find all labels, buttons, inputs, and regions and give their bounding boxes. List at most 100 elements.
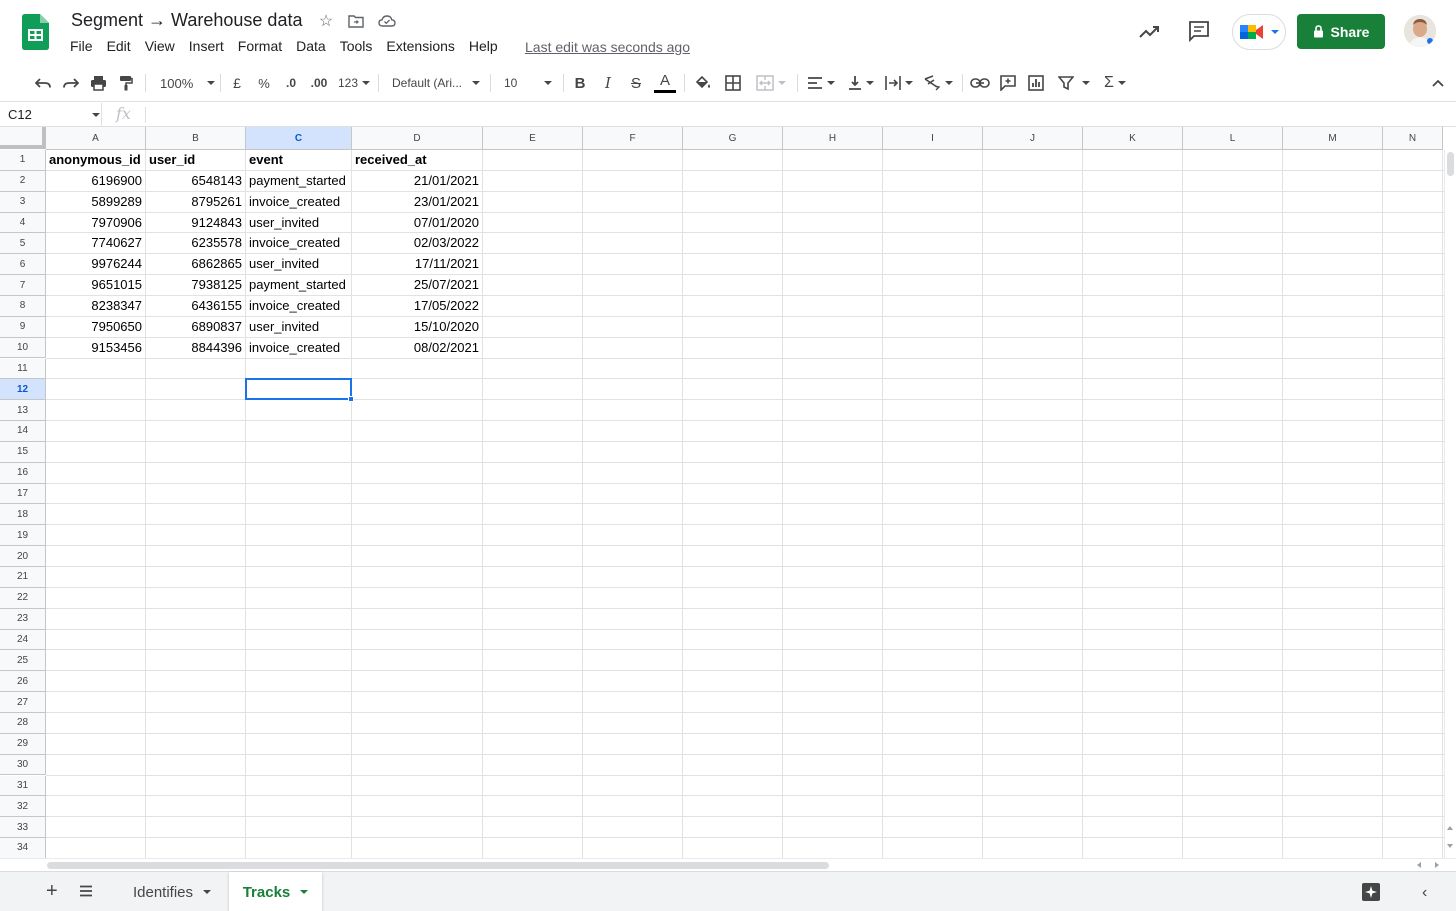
column-header-m[interactable]: M [1283,127,1383,150]
menu-edit[interactable]: Edit [107,38,138,58]
undo-icon[interactable] [34,72,52,94]
text-color-button[interactable]: A [654,72,676,94]
borders-icon[interactable] [724,72,742,94]
row-header-30[interactable]: 30 [0,754,46,776]
row-header-12[interactable]: 12 [0,379,46,401]
row-header-11[interactable]: 11 [0,358,46,380]
data-cell[interactable]: 7740627 [46,233,145,253]
row-header-3[interactable]: 3 [0,191,46,213]
data-cell[interactable]: 6862865 [146,254,245,274]
percent-format-button[interactable]: % [256,72,272,94]
horizontal-scrollbar[interactable] [0,858,1456,871]
row-header-31[interactable]: 31 [0,775,46,797]
data-cell[interactable]: 17/05/2022 [352,296,482,316]
data-cell[interactable]: 08/02/2021 [352,338,482,358]
data-cell[interactable]: 9124843 [146,213,245,233]
side-panel-toggle-icon[interactable]: ‹ [1422,884,1427,902]
number-format-select[interactable]: 123 [337,72,371,94]
data-cell[interactable]: payment_started [246,171,351,191]
data-cell[interactable]: invoice_created [246,338,351,358]
column-header-g[interactable]: G [683,127,783,150]
select-all-corner[interactable] [0,127,46,149]
data-cell[interactable]: 07/01/2020 [352,213,482,233]
star-icon[interactable]: ☆ [316,11,336,31]
data-cell[interactable]: 6548143 [146,171,245,191]
row-header-29[interactable]: 29 [0,733,46,755]
print-icon[interactable] [89,72,107,94]
data-cell[interactable]: 6235578 [146,233,245,253]
data-cell[interactable]: user_invited [246,254,351,274]
row-header-24[interactable]: 24 [0,629,46,651]
menu-insert[interactable]: Insert [189,38,231,58]
column-header-a[interactable]: A [46,127,146,150]
sheet-tab-chevron-down-icon[interactable] [203,890,212,894]
merge-cells-icon[interactable] [753,72,789,94]
data-cell[interactable]: 15/10/2020 [352,317,482,337]
row-header-5[interactable]: 5 [0,233,46,255]
data-cell[interactable]: 7938125 [146,275,245,295]
font-size-select[interactable]: 10 [504,72,556,94]
sheets-logo-icon[interactable] [22,14,49,50]
column-header-i[interactable]: I [883,127,983,150]
data-cell[interactable]: 8238347 [46,296,145,316]
scroll-left-icon[interactable] [1417,862,1421,868]
header-cell[interactable]: anonymous_id [46,150,145,170]
font-family-select[interactable]: Default (Ari... [392,72,484,94]
avatar[interactable] [1404,15,1436,47]
menu-data[interactable]: Data [296,38,333,58]
row-header-25[interactable]: 25 [0,650,46,672]
data-cell[interactable]: user_invited [246,317,351,337]
menu-format[interactable]: Format [238,38,289,58]
data-cell[interactable]: 17/11/2021 [352,254,482,274]
data-cell[interactable]: 6436155 [146,296,245,316]
trending-up-icon[interactable] [1137,20,1161,44]
row-header-26[interactable]: 26 [0,671,46,693]
column-header-j[interactable]: J [983,127,1083,150]
data-cell[interactable]: 9976244 [46,254,145,274]
data-cell[interactable]: 6196900 [46,171,145,191]
column-header-k[interactable]: K [1083,127,1183,150]
bold-button[interactable]: B [572,72,588,94]
row-header-17[interactable]: 17 [0,483,46,505]
row-header-22[interactable]: 22 [0,587,46,609]
horizontal-scroll-thumb[interactable] [47,862,829,869]
paint-format-icon[interactable] [117,72,135,94]
comment-icon[interactable] [1187,19,1211,43]
row-header-32[interactable]: 32 [0,796,46,818]
column-header-e[interactable]: E [483,127,583,150]
data-cell[interactable]: invoice_created [246,192,351,212]
data-cell[interactable]: 8795261 [146,192,245,212]
cloud-status-icon[interactable] [377,11,397,31]
move-folder-icon[interactable] [346,11,366,31]
redo-icon[interactable] [62,72,80,94]
row-header-14[interactable]: 14 [0,421,46,442]
text-wrapping-icon[interactable] [884,72,914,94]
last-edit-link[interactable]: Last edit was seconds ago [525,39,690,55]
name-box[interactable]: C12 [0,103,102,127]
data-cell[interactable]: 7950650 [46,317,145,337]
data-cell[interactable]: 02/03/2022 [352,233,482,253]
vertical-scroll-thumb[interactable] [1447,152,1454,176]
name-box-chevron-down-icon[interactable] [92,113,100,117]
data-cell[interactable]: 6890837 [146,317,245,337]
menu-extensions[interactable]: Extensions [386,38,461,58]
data-cell[interactable]: 8844396 [146,338,245,358]
column-header-l[interactable]: L [1183,127,1283,150]
menu-view[interactable]: View [145,38,182,58]
share-button[interactable]: Share [1297,14,1385,49]
vertical-align-icon[interactable] [846,72,876,94]
row-header-20[interactable]: 20 [0,546,46,567]
document-title[interactable]: Segment → Warehouse data [71,10,302,31]
row-header-33[interactable]: 33 [0,817,46,839]
column-header-d[interactable]: D [352,127,483,150]
fill-handle[interactable] [348,396,354,403]
vertical-scrollbar[interactable] [1444,150,1456,858]
row-header-34[interactable]: 34 [0,838,46,858]
explore-icon[interactable] [1360,881,1382,903]
menu-help[interactable]: Help [469,38,505,58]
column-header-h[interactable]: H [783,127,883,150]
header-cell[interactable]: received_at [352,150,482,170]
sheet-tab-chevron-down-icon[interactable] [300,890,309,894]
scroll-down-icon[interactable] [1447,844,1453,848]
row-header-18[interactable]: 18 [0,504,46,526]
